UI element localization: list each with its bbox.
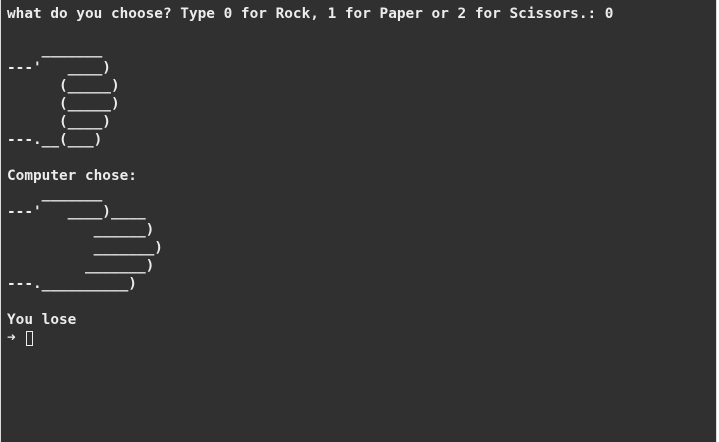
computer-choice-art: _______ ---' ____)____ ______) _______) … bbox=[7, 186, 163, 292]
prompt-arrow-icon: ➜ bbox=[7, 330, 16, 346]
user-choice-art: _______ ---' ____) (_____) (_____) (____… bbox=[7, 42, 120, 148]
terminal-output: what do you choose? Type 0 for Rock, 1 f… bbox=[7, 5, 710, 442]
text-cursor[interactable] bbox=[26, 331, 33, 346]
result-text: You lose bbox=[7, 312, 77, 328]
prompt-question: what do you choose? Type 0 for Rock, 1 f… bbox=[7, 6, 614, 22]
computer-chose-label: Computer chose: bbox=[7, 168, 137, 184]
terminal-window: what do you choose? Type 0 for Rock, 1 f… bbox=[0, 0, 717, 442]
command-prompt[interactable]: ➜ bbox=[7, 329, 710, 347]
